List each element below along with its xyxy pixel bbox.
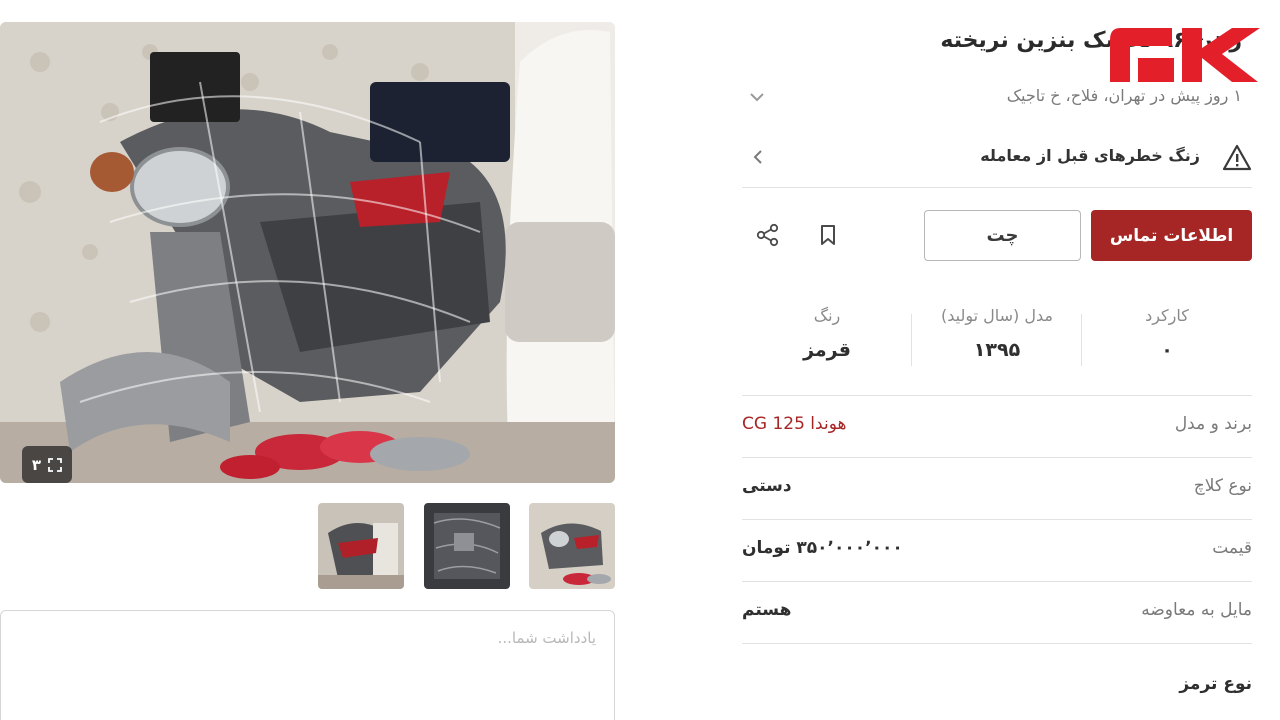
photo-count: ۳ <box>31 455 42 474</box>
thumbnail-image <box>318 503 404 589</box>
thumbnail-image <box>424 503 510 589</box>
warning-icon <box>1222 144 1252 171</box>
chevron-left-icon <box>753 150 762 164</box>
stat-label: مدل (سال تولید) <box>941 306 1053 325</box>
chat-button[interactable]: چت <box>924 210 1081 261</box>
detail-value: ۳۵۰٬۰۰۰٬۰۰۰ تومان <box>742 538 903 558</box>
detail-row-clutch: نوع کلاچ دستی <box>742 457 1252 519</box>
chevron-down-icon[interactable] <box>748 88 766 106</box>
key-stats: کارکرد ۰ مدل (سال تولید) ۱۳۹۵ رنگ قرمز <box>742 300 1252 380</box>
contact-info-button[interactable]: اطلاعات تماس <box>1091 210 1252 261</box>
detail-row-exchange: مایل به معاوضه هستم <box>742 581 1252 643</box>
detail-value: هستم <box>742 600 792 620</box>
thumbnail[interactable] <box>529 503 615 589</box>
detail-key: مایل به معاوضه <box>1141 600 1252 620</box>
stat-mileage: کارکرد ۰ <box>1082 300 1252 380</box>
stat-value: ۰ <box>1161 339 1173 361</box>
stat-model-year: مدل (سال تولید) ۱۳۹۵ <box>912 300 1082 380</box>
thumbnail[interactable] <box>318 503 404 589</box>
stat-label: کارکرد <box>1145 306 1189 325</box>
motorcycle-photo <box>0 22 615 483</box>
expand-icon <box>48 457 62 472</box>
stat-value: قرمز <box>803 339 851 361</box>
detail-key: نوع ترمز <box>1179 674 1252 694</box>
thumbnail[interactable] <box>424 503 510 589</box>
brand-model-link[interactable]: هوندا CG 125 <box>742 414 846 434</box>
rokna-logo <box>1110 28 1260 82</box>
stat-value: ۱۳۹۵ <box>973 339 1021 361</box>
listing-subtitle: ۱ روز پیش در تهران، فلاح، خ تاجیک <box>1006 86 1242 105</box>
note-input[interactable] <box>0 610 615 720</box>
detail-key: قیمت <box>1212 538 1252 558</box>
bookmark-icon[interactable] <box>815 222 841 248</box>
detail-key: برند و مدل <box>1174 414 1252 434</box>
safety-warning-row[interactable]: زنگ خطرهای قبل از معامله <box>742 132 1252 188</box>
detail-row-brake: نوع ترمز <box>742 643 1252 705</box>
thumbnail-image <box>529 503 615 589</box>
share-icon[interactable] <box>755 222 781 248</box>
detail-value: دستی <box>742 476 792 496</box>
detail-key: نوع کلاچ <box>1193 476 1252 496</box>
detail-row-price: قیمت ۳۵۰٬۰۰۰٬۰۰۰ تومان <box>742 519 1252 581</box>
stat-label: رنگ <box>813 306 841 325</box>
safety-warning-text: زنگ خطرهای قبل از معامله <box>980 146 1200 165</box>
photo-count-badge[interactable]: ۳ <box>22 446 72 483</box>
detail-row-brand: برند و مدل هوندا CG 125 <box>742 395 1252 457</box>
main-photo[interactable]: ۳ <box>0 22 615 483</box>
stat-color: رنگ قرمز <box>742 300 912 380</box>
